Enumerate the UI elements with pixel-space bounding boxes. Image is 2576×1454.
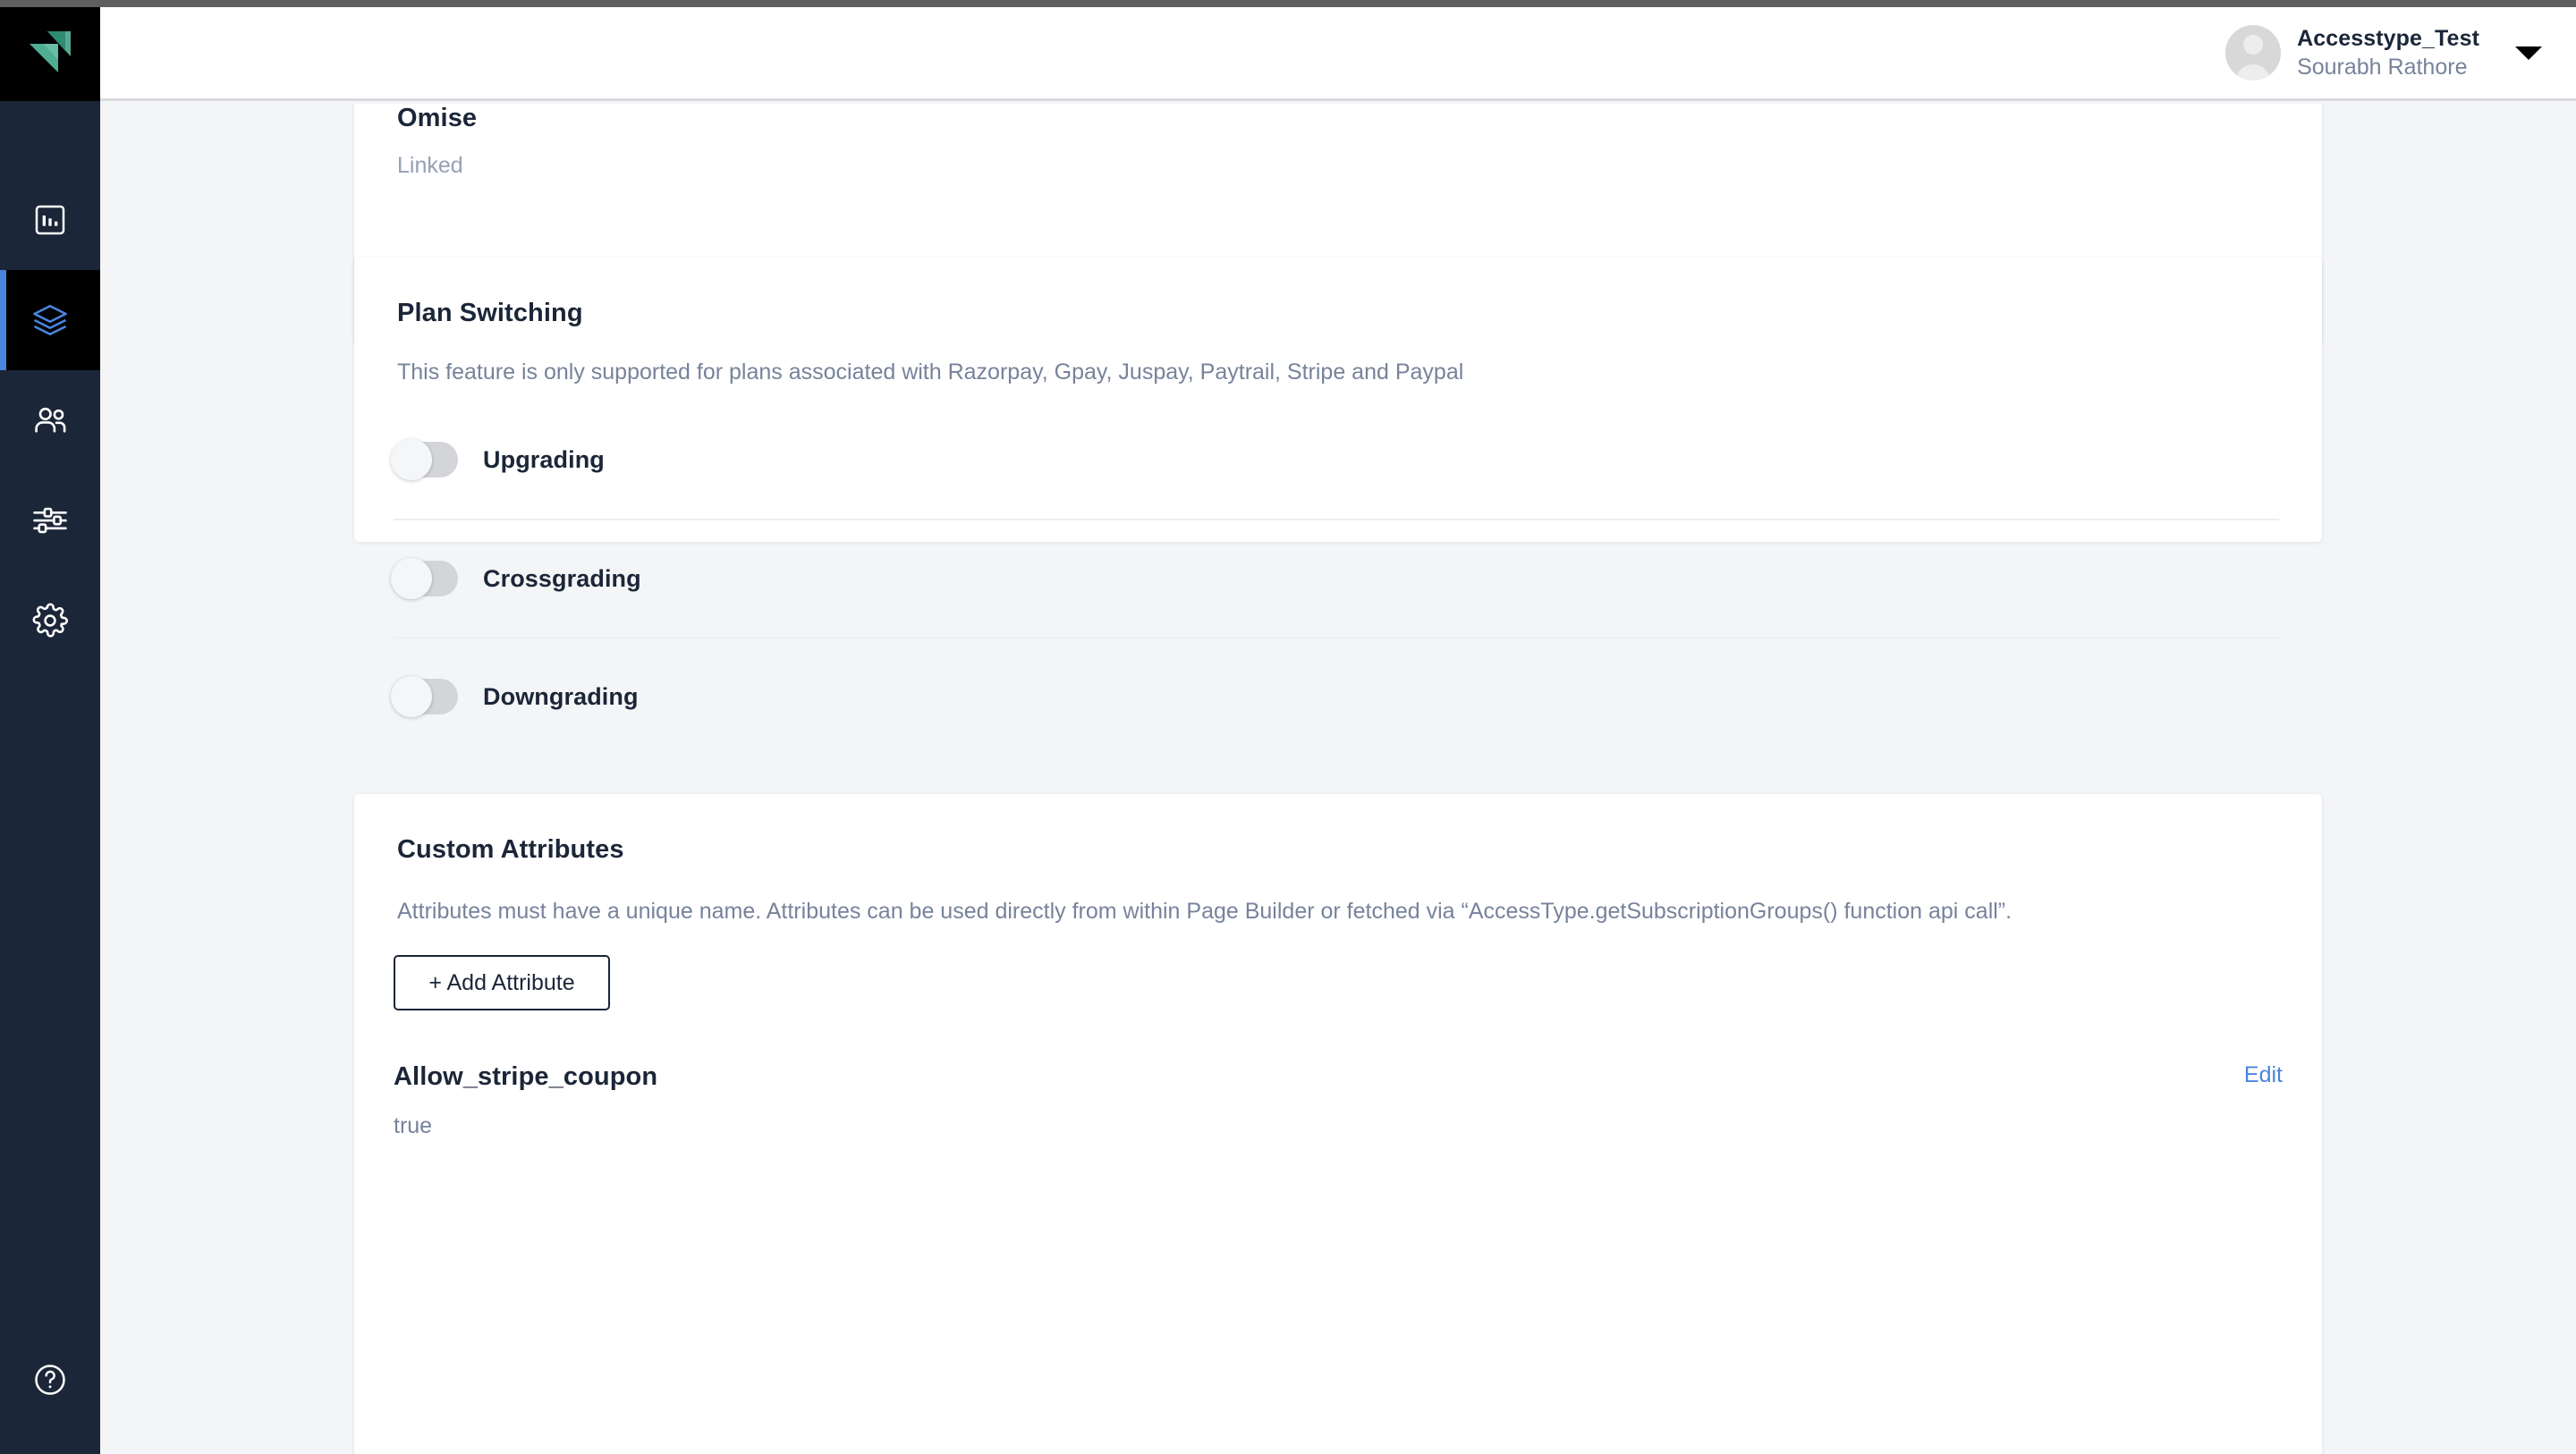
gateway-item-omise: Omise Linked	[397, 104, 477, 179]
user-name: Sourabh Rathore	[2297, 54, 2468, 80]
layers-icon	[31, 301, 69, 339]
sliders-icon	[31, 502, 69, 539]
analytics-chart-icon	[32, 202, 68, 238]
help-circle-icon	[32, 1362, 68, 1402]
help-button[interactable]	[0, 1346, 100, 1417]
user-identity: Accesstype_Test Sourabh Rathore	[2297, 26, 2479, 80]
sidebar-item-configuration[interactable]	[0, 571, 100, 671]
user-menu[interactable]: Accesstype_Test Sourabh Rathore	[2225, 7, 2542, 98]
gateway-name: Omise	[397, 104, 478, 132]
organisation-name: Accesstype_Test	[2297, 25, 2479, 51]
plan-switching-title: Plan Switching	[397, 299, 583, 327]
gear-icon	[31, 602, 69, 639]
attribute-value: true	[394, 1113, 433, 1138]
toggle-label: Upgrading	[483, 445, 605, 473]
toggle-knob	[391, 439, 432, 480]
main-content: Omise Linked Adyen Linked Plan Switching…	[100, 104, 2576, 1454]
avatar	[2225, 25, 2282, 80]
top-header: Accesstype_Test Sourabh Rathore	[100, 7, 2576, 101]
sidebar-item-analytics[interactable]	[0, 170, 100, 270]
attribute-row: Allow_stripe_coupon true Edit	[394, 1062, 2283, 1139]
gateway-status: Linked	[397, 153, 463, 178]
toggle-row-crossgrading[interactable]: Crossgrading	[391, 519, 2279, 637]
custom-attributes-card: Custom Attributes Attributes must have a…	[354, 794, 2322, 1454]
add-attribute-button[interactable]: + Add Attribute	[394, 955, 610, 1010]
browser-chrome-strip	[0, 0, 2576, 7]
toggle-knob	[391, 676, 432, 717]
toggle-downgrading[interactable]	[391, 676, 458, 717]
plan-switching-card: Plan Switching This feature is only supp…	[354, 258, 2322, 717]
plan-switching-description: This feature is only supported for plans…	[397, 359, 1464, 385]
toggle-row-upgrading[interactable]: Upgrading	[391, 401, 2279, 519]
toggle-upgrading[interactable]	[391, 439, 458, 480]
sidebar-nav	[0, 170, 100, 671]
custom-attributes-description: Attributes must have a unique name. Attr…	[397, 899, 2012, 924]
sidebar	[0, 0, 100, 1454]
edit-attribute-link[interactable]: Edit	[2244, 1062, 2283, 1088]
toggle-row-downgrading[interactable]: Downgrading	[391, 637, 2279, 755]
toggle-label: Crossgrading	[483, 564, 641, 592]
sidebar-item-controls[interactable]	[0, 470, 100, 571]
toggle-knob	[391, 558, 432, 599]
chevron-down-icon[interactable]	[2515, 46, 2542, 60]
sidebar-item-subscriptions[interactable]	[0, 270, 100, 370]
app-logo[interactable]	[0, 7, 100, 101]
sidebar-item-users[interactable]	[0, 370, 100, 470]
users-icon	[31, 402, 69, 439]
toggle-label: Downgrading	[483, 682, 639, 710]
accesstype-logo-icon	[24, 26, 76, 82]
custom-attributes-title: Custom Attributes	[397, 835, 624, 864]
toggle-crossgrading[interactable]	[391, 558, 458, 599]
attribute-name: Allow_stripe_coupon	[394, 1062, 658, 1091]
